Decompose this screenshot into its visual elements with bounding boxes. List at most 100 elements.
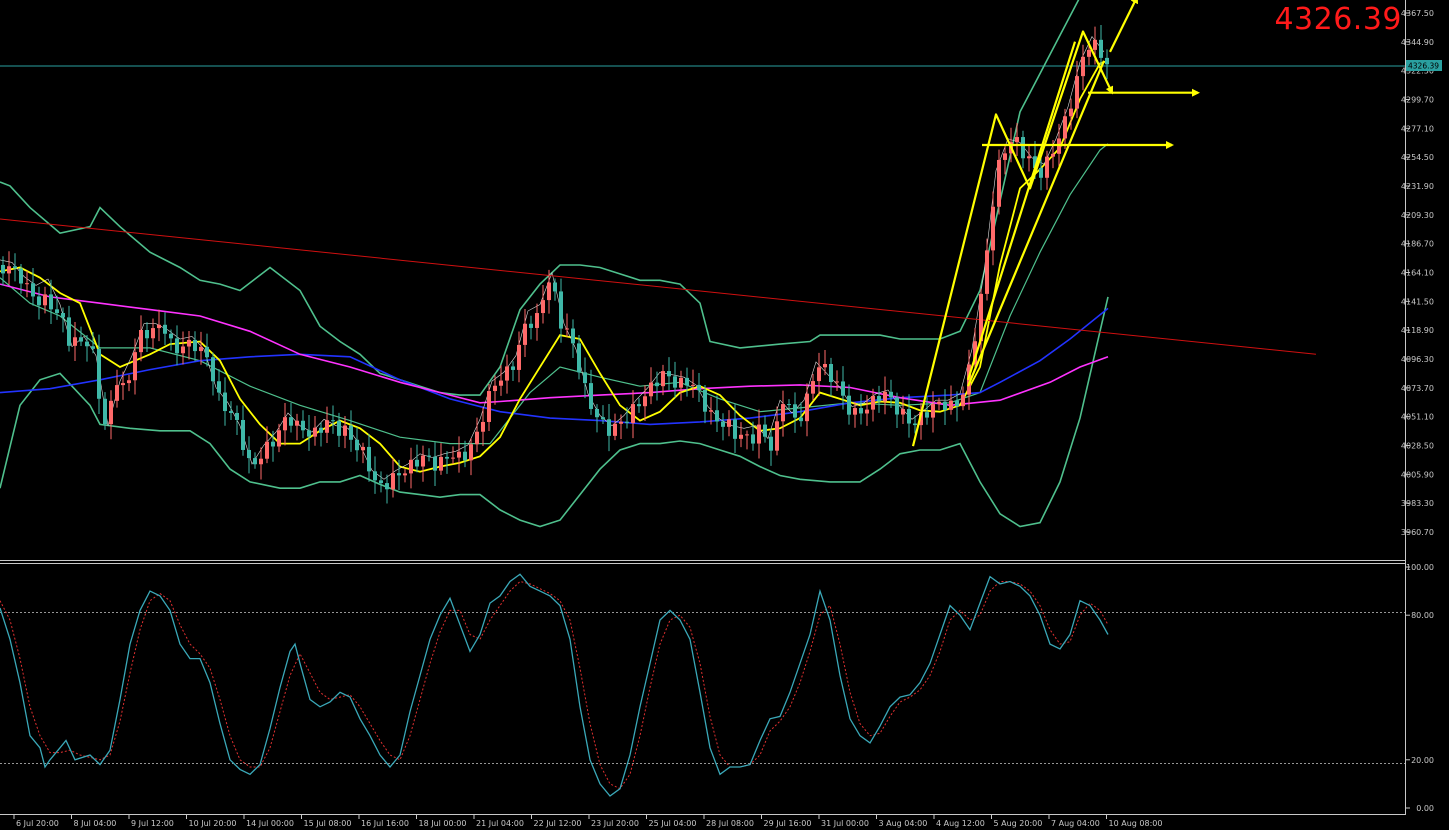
candle-body <box>73 337 77 346</box>
candle-body <box>1051 153 1055 157</box>
candle-body <box>193 339 197 352</box>
candle-body <box>25 283 29 285</box>
candle-body <box>619 421 623 424</box>
candle-body <box>721 421 725 427</box>
candle-body <box>433 456 437 471</box>
candle-body <box>121 383 125 386</box>
candle-body <box>217 381 221 393</box>
candle-body <box>577 343 581 373</box>
candle-body <box>283 417 287 431</box>
candle-body <box>541 300 545 314</box>
candle-body <box>733 419 737 439</box>
candle-body <box>937 401 941 405</box>
price-axis-label: 4073.70 <box>1401 384 1434 393</box>
candle-body <box>637 404 641 407</box>
candle-body <box>301 420 305 431</box>
trading-chart[interactable]: 4367.504344.904322.304299.704277.104254.… <box>0 0 1449 830</box>
time-axis-label: 8 Jul 04:00 <box>74 819 117 828</box>
candle-body <box>427 455 431 457</box>
candle-body <box>595 408 599 418</box>
candle-body <box>697 384 701 390</box>
candle-body <box>679 377 683 388</box>
candle-body <box>139 329 143 353</box>
candle-body <box>1081 56 1085 77</box>
time-axis-label: 22 Jul 12:00 <box>534 819 582 828</box>
price-axis-label: 4096.30 <box>1401 355 1434 364</box>
price-tag-text: 4326.39 <box>1408 62 1439 71</box>
time-axis-label: 18 Jul 00:00 <box>419 819 467 828</box>
candle-body <box>1099 39 1103 58</box>
candle-body <box>223 392 227 412</box>
time-axis-label: 3 Aug 04:00 <box>879 819 928 828</box>
candle-body <box>703 389 707 412</box>
candle-body <box>1063 116 1067 139</box>
candle-body <box>307 430 311 437</box>
candle-body <box>13 266 17 269</box>
candle-body <box>661 371 665 387</box>
price-axis-label: 4344.90 <box>1401 38 1434 47</box>
candle-body <box>877 396 881 402</box>
candle-body <box>1027 156 1031 159</box>
candle-body <box>103 398 107 425</box>
candle-body <box>643 396 647 407</box>
candle-body <box>685 377 689 386</box>
candle-body <box>547 282 551 301</box>
candle-body <box>271 441 275 447</box>
candle-body <box>613 423 617 436</box>
candle-body <box>991 206 995 251</box>
time-axis-label: 21 Jul 04:00 <box>476 819 524 828</box>
osc-axis-label: 100.00 <box>1406 563 1434 572</box>
current-price-tag: 4326.39 <box>1406 60 1442 71</box>
candle-body <box>55 309 59 314</box>
candle-body <box>559 291 563 329</box>
candle-body <box>91 346 95 349</box>
price-axis-label: 4254.50 <box>1401 153 1434 162</box>
candle-body <box>817 367 821 382</box>
candle-body <box>739 434 743 439</box>
candle-body <box>529 323 533 328</box>
candle-body <box>109 400 113 425</box>
candle-body <box>805 393 809 422</box>
candle-body <box>925 412 929 418</box>
time-axis-label: 23 Jul 20:00 <box>591 819 639 828</box>
price-axis-label: 4118.90 <box>1401 326 1434 335</box>
time-axis-label: 31 Jul 00:00 <box>821 819 869 828</box>
candle-body <box>277 430 281 447</box>
candle-body <box>415 459 419 467</box>
candle-body <box>997 159 1001 207</box>
candle-body <box>481 421 485 432</box>
candle-body <box>1069 108 1073 117</box>
chart-background <box>0 0 1449 830</box>
time-axis-label: 7 Aug 04:00 <box>1051 819 1100 828</box>
price-axis-label: 4186.70 <box>1401 240 1434 249</box>
price-axis-label: 4299.70 <box>1401 96 1434 105</box>
candle-body <box>253 458 257 465</box>
candle-body <box>343 425 347 436</box>
candle-body <box>325 420 329 433</box>
candle-body <box>7 266 11 274</box>
candle-body <box>901 409 905 415</box>
candle-body <box>97 348 101 399</box>
candle-body <box>319 427 323 433</box>
candle-body <box>895 397 899 415</box>
candle-body <box>751 434 755 444</box>
candle-body <box>961 394 965 407</box>
candle-body <box>235 412 239 420</box>
candle-body <box>889 391 893 398</box>
candle-body <box>631 404 635 424</box>
candle-body <box>439 456 443 471</box>
time-axis-label: 28 Jul 08:00 <box>706 819 754 828</box>
time-axis-label: 6 Jul 20:00 <box>16 819 59 828</box>
candle-body <box>763 424 767 437</box>
candle-body <box>157 324 161 329</box>
candle-body <box>949 400 953 410</box>
candle-body <box>649 382 653 397</box>
candle-body <box>1057 138 1061 154</box>
candle-body <box>1045 156 1049 178</box>
time-axis-label: 25 Jul 04:00 <box>649 819 697 828</box>
candle-body <box>457 451 461 458</box>
candle-body <box>1075 76 1079 109</box>
osc-axis-label: 20.00 <box>1411 756 1434 765</box>
candle-body <box>511 366 515 370</box>
candle-body <box>823 364 827 368</box>
